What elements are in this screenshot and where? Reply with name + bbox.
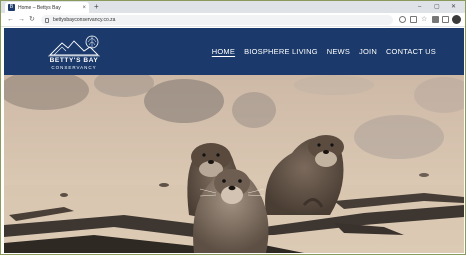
bookmark-star-icon[interactable]: ☆ [421,16,428,23]
url-text: bettysbayconservancy.co.za [53,17,116,23]
nav-news[interactable]: NEWS [327,47,350,56]
browser-window: B Home – Bettys Bay × + – ▢ ✕ ← → ↻ bett… [0,0,466,255]
nav-join[interactable]: JOIN [359,47,377,56]
site-logo[interactable]: BETTY'S BAY CONSERVANCY [44,33,104,73]
address-bar[interactable]: bettysbayconservancy.co.za [41,15,393,25]
tab-strip: B Home – Bettys Bay × + – ▢ ✕ [1,1,465,13]
close-window-icon[interactable]: ✕ [451,2,456,12]
logo-emblem-icon [48,35,100,57]
extensions-icon[interactable] [432,16,439,23]
nav-biosphere-living[interactable]: BIOSPHERE LIVING [244,47,318,56]
site-favicon-icon: B [8,4,15,11]
new-tab-icon[interactable]: + [94,2,99,12]
site-header: BETTY'S BAY CONSERVANCY HOME BIOSPHERE L… [4,28,464,75]
lock-icon[interactable] [45,17,49,23]
zoom-icon[interactable] [399,16,406,23]
hero-image [4,75,464,253]
logo-subtitle: CONSERVANCY [51,65,97,70]
profile-avatar[interactable] [452,15,461,24]
browser-tab[interactable]: B Home – Bettys Bay × [5,2,89,13]
nav-home[interactable]: HOME [212,47,235,56]
forward-icon[interactable]: → [18,15,25,25]
main-nav: HOME BIOSPHERE LIVING NEWS JOIN CONTACT … [212,47,436,56]
browser-toolbar: ← → ↻ bettysbayconservancy.co.za ☆ [1,13,465,27]
sidebar-icon[interactable] [442,16,449,23]
tab-close-icon[interactable]: × [82,5,86,11]
share-icon[interactable] [410,16,417,23]
maximize-icon[interactable]: ▢ [434,2,440,12]
back-icon[interactable]: ← [7,15,14,25]
reload-icon[interactable]: ↻ [29,15,35,25]
logo-title: BETTY'S BAY [49,57,99,64]
nav-contact-us[interactable]: CONTACT US [386,47,436,56]
tab-title: Home – Bettys Bay [18,4,61,11]
minimize-icon[interactable]: – [418,2,421,12]
